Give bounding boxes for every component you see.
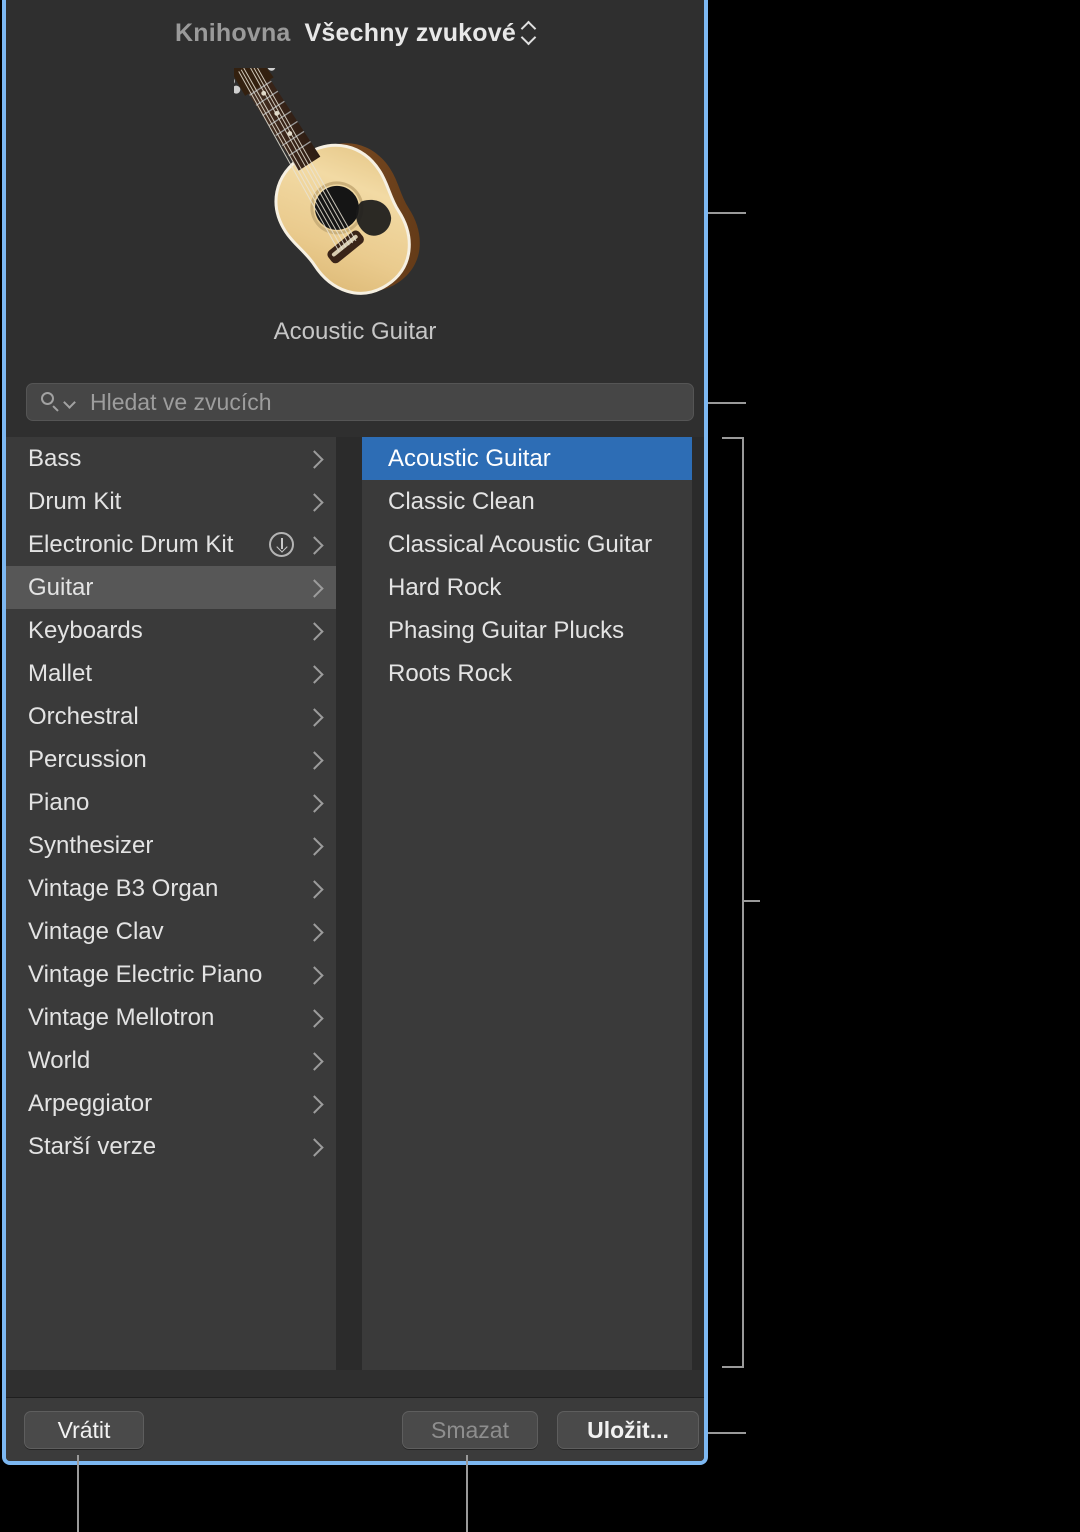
delete-button[interactable]: Smazat [402, 1411, 538, 1449]
category-row[interactable]: Arpeggiator [6, 1082, 336, 1125]
chevron-right-icon[interactable] [306, 663, 322, 685]
category-label: Vintage Clav [28, 918, 306, 946]
category-label: Keyboards [28, 617, 306, 645]
chevron-right-icon[interactable] [306, 620, 322, 642]
category-label: World [28, 1047, 306, 1075]
callout-line-revert [77, 1455, 79, 1532]
chevron-right-icon[interactable] [306, 1050, 322, 1072]
category-row[interactable]: Piano [6, 781, 336, 824]
category-label: Electronic Drum Kit [28, 531, 269, 559]
browser-lists: Bass Drum Kit Electronic Drum Kit Guitar Key… [6, 437, 704, 1370]
search-row: Hledat ve zvucích [26, 383, 694, 421]
revert-button[interactable]: Vrátit [24, 1411, 144, 1449]
category-row[interactable]: Drum Kit [6, 480, 336, 523]
preview-area: Acoustic Guitar [6, 60, 704, 360]
category-row[interactable]: Vintage B3 Organ [6, 867, 336, 910]
search-icon[interactable] [39, 391, 61, 413]
sound-filter-value: Všechny zvukové [305, 19, 516, 48]
category-label: Bass [28, 445, 306, 473]
category-row[interactable]: Mallet [6, 652, 336, 695]
library-title: Knihovna [175, 19, 291, 48]
chevron-right-icon[interactable] [306, 534, 322, 556]
category-row[interactable]: World [6, 1039, 336, 1082]
chevron-right-icon[interactable] [306, 964, 322, 986]
chevron-up-down-icon [522, 21, 535, 45]
chevron-down-icon[interactable] [65, 398, 76, 409]
category-row[interactable]: Electronic Drum Kit [6, 523, 336, 566]
preset-label: Phasing Guitar Plucks [388, 617, 624, 645]
preset-label: Acoustic Guitar [388, 445, 551, 473]
preset-row[interactable]: Classic Clean [362, 480, 692, 523]
acoustic-guitar-illustration [234, 68, 504, 318]
callout-line-search [708, 402, 746, 404]
category-label: Orchestral [28, 703, 306, 731]
category-label: Synthesizer [28, 832, 306, 860]
category-label: Percussion [28, 746, 306, 774]
bottom-button-bar: Vrátit Smazat Uložit... [6, 1398, 704, 1461]
category-row[interactable]: Keyboards [6, 609, 336, 652]
library-window: Knihovna Všechny zvukové [2, 0, 708, 1465]
preset-row[interactable]: Roots Rock [362, 652, 692, 695]
sound-filter-popup[interactable]: Všechny zvukové [305, 19, 535, 48]
callout-bracket-lists [722, 437, 744, 1368]
list-right-gutter [692, 437, 704, 1370]
category-row[interactable]: Guitar [6, 566, 336, 609]
category-list[interactable]: Bass Drum Kit Electronic Drum Kit Guitar Key… [6, 437, 336, 1370]
preset-row[interactable]: Classical Acoustic Guitar [362, 523, 692, 566]
category-row[interactable]: Vintage Clav [6, 910, 336, 953]
category-label: Piano [28, 789, 306, 817]
category-label: Vintage Mellotron [28, 1004, 306, 1032]
category-label: Drum Kit [28, 488, 306, 516]
preset-row[interactable]: Hard Rock [362, 566, 692, 609]
search-placeholder: Hledat ve zvucích [90, 389, 272, 416]
preview-sound-name: Acoustic Guitar [6, 318, 704, 346]
category-row[interactable]: Bass [6, 437, 336, 480]
category-row[interactable]: Orchestral [6, 695, 336, 738]
category-row[interactable]: Starší verze [6, 1125, 336, 1168]
chevron-right-icon[interactable] [306, 749, 322, 771]
preset-list[interactable]: Acoustic Guitar Classic Clean Classical Ac… [362, 437, 692, 1370]
category-label: Starší verze [28, 1133, 306, 1161]
chevron-right-icon[interactable] [306, 491, 322, 513]
preset-label: Classical Acoustic Guitar [388, 531, 652, 559]
callout-bracket-tick [744, 900, 760, 902]
callout-line-save [708, 1432, 746, 1434]
download-icon[interactable] [269, 532, 294, 557]
category-label: Guitar [28, 574, 306, 602]
callout-line-delete [466, 1455, 468, 1532]
preset-label: Classic Clean [388, 488, 535, 516]
category-label: Vintage B3 Organ [28, 875, 306, 903]
chevron-right-icon[interactable] [306, 921, 322, 943]
chevron-right-icon[interactable] [306, 878, 322, 900]
category-label: Arpeggiator [28, 1090, 306, 1118]
chevron-right-icon[interactable] [306, 1007, 322, 1029]
preset-row[interactable]: Phasing Guitar Plucks [362, 609, 692, 652]
chevron-right-icon[interactable] [306, 835, 322, 857]
category-label: Mallet [28, 660, 306, 688]
preset-row[interactable]: Acoustic Guitar [362, 437, 692, 480]
category-row[interactable]: Vintage Mellotron [6, 996, 336, 1039]
category-label: Vintage Electric Piano [28, 961, 306, 989]
category-row[interactable]: Percussion [6, 738, 336, 781]
category-row[interactable]: Synthesizer [6, 824, 336, 867]
chevron-right-icon[interactable] [306, 577, 322, 599]
search-input[interactable]: Hledat ve zvucích [26, 383, 694, 421]
list-divider [336, 437, 362, 1370]
chevron-right-icon[interactable] [306, 792, 322, 814]
callout-line-preview [708, 212, 746, 214]
chevron-right-icon[interactable] [306, 448, 322, 470]
chevron-right-icon[interactable] [306, 1093, 322, 1115]
preset-label: Roots Rock [388, 660, 512, 688]
category-row[interactable]: Vintage Electric Piano [6, 953, 336, 996]
chevron-right-icon[interactable] [306, 706, 322, 728]
save-button[interactable]: Uložit... [557, 1411, 699, 1449]
preset-label: Hard Rock [388, 574, 501, 602]
chevron-right-icon[interactable] [306, 1136, 322, 1158]
library-header: Knihovna Všechny zvukové [6, 0, 704, 66]
